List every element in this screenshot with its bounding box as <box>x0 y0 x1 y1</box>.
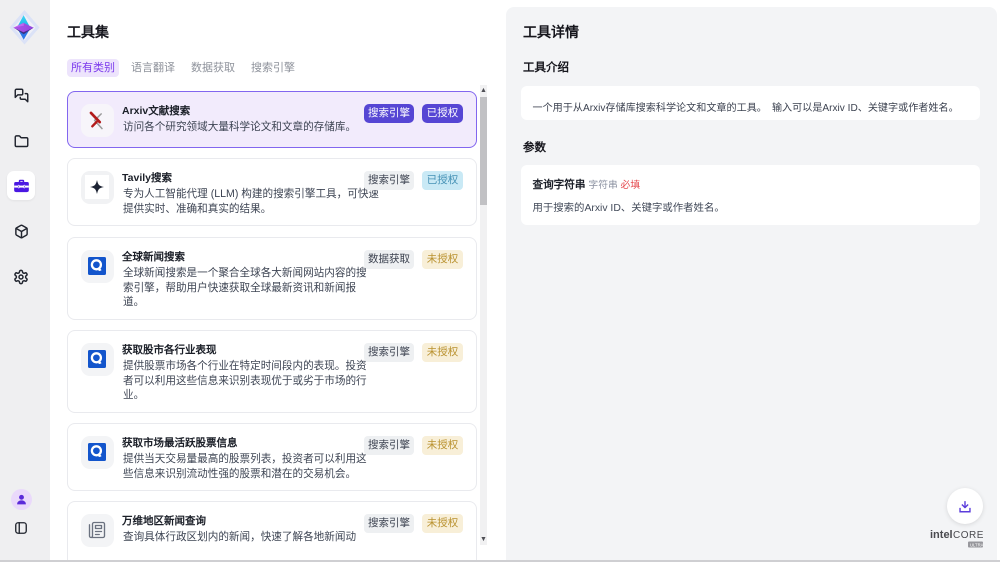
svg-text:ULTRA: ULTRA <box>970 542 984 547</box>
svg-text:intel: intel <box>930 529 953 541</box>
svg-text:CORE: CORE <box>953 530 984 541</box>
